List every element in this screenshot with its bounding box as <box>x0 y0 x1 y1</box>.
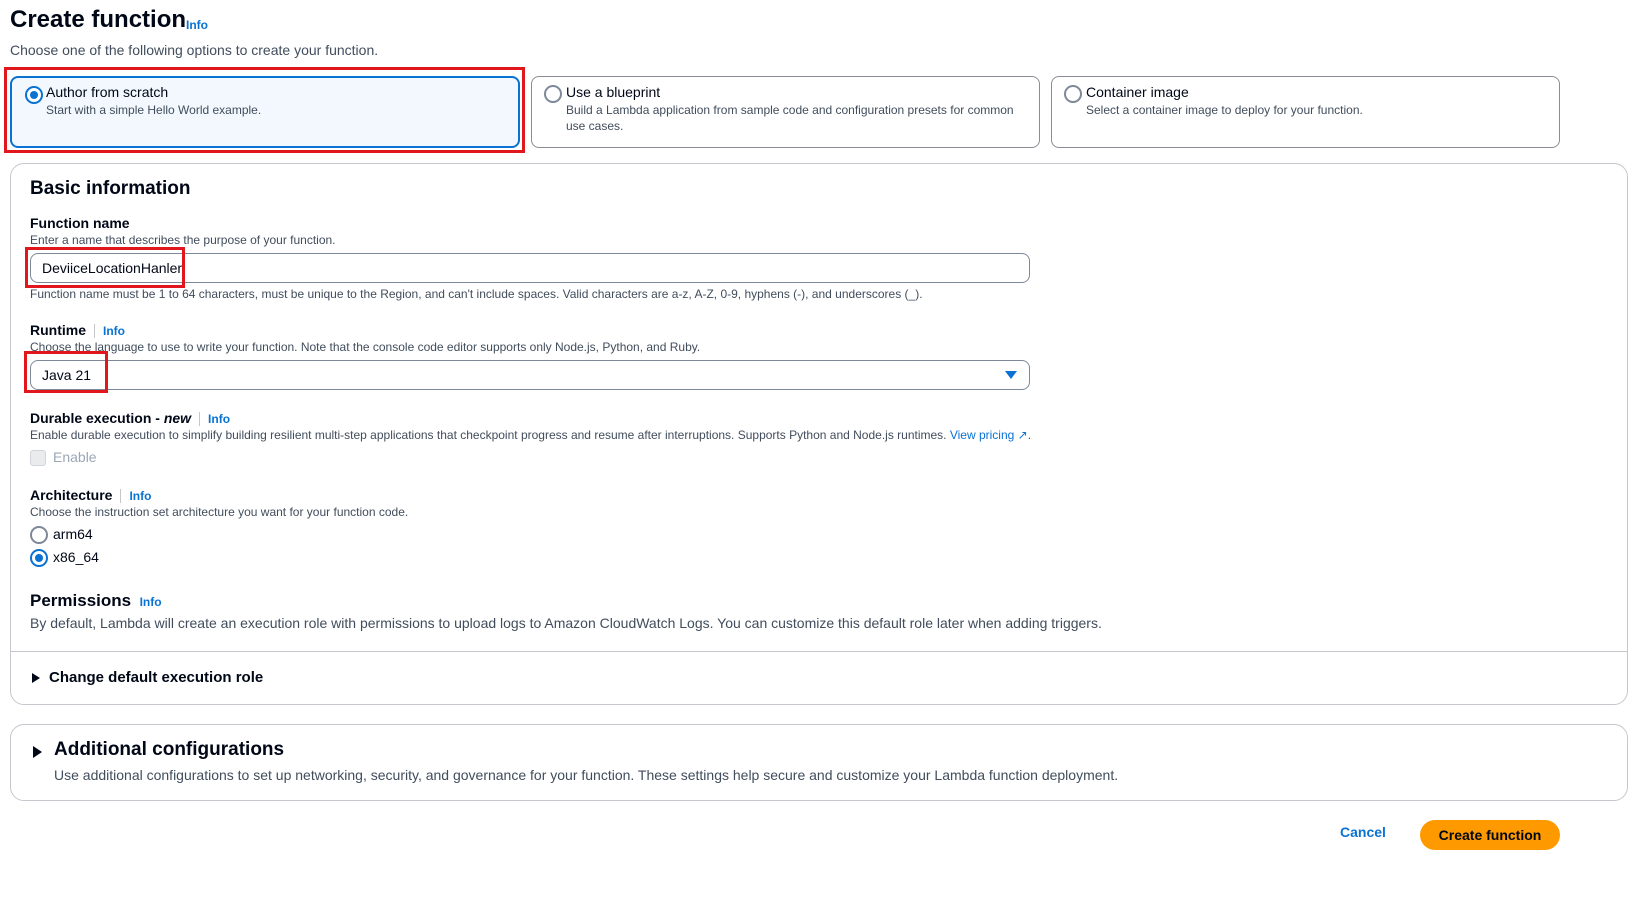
durable-label: Durable execution - <box>30 410 160 426</box>
option-title: Container image <box>1086 84 1189 100</box>
runtime-value: Java 21 <box>42 367 92 383</box>
additional-configurations-desc: Use additional configurations to set up … <box>54 767 1119 783</box>
create-function-button[interactable]: Create function <box>1420 820 1560 850</box>
option-title: Author from scratch <box>46 84 169 100</box>
divider <box>11 651 1627 652</box>
arm64-label: arm64 <box>53 526 93 542</box>
page-subtitle: Choose one of the following options to c… <box>10 42 379 58</box>
option-title: Use a blueprint <box>566 84 661 100</box>
separator <box>120 489 122 504</box>
function-name-label: Function name <box>30 215 130 231</box>
durable-enable-label: Enable <box>53 449 97 465</box>
runtime-select[interactable]: Java 21 <box>30 360 1030 390</box>
permissions-info-link[interactable]: Info <box>140 595 162 609</box>
runtime-label: Runtime <box>30 322 86 338</box>
architecture-desc: Choose the instruction set architecture … <box>30 505 409 519</box>
caret-down-icon <box>1005 371 1017 379</box>
architecture-label: Architecture <box>30 487 113 503</box>
durable-desc-row: Enable durable execution to simplify bui… <box>30 428 1032 442</box>
option-desc: Start with a simple Hello World example. <box>46 103 262 117</box>
use-blueprint-radio[interactable] <box>544 85 562 103</box>
title-info-link[interactable]: Info <box>186 18 208 32</box>
cancel-button[interactable]: Cancel <box>1340 824 1386 840</box>
caret-right-icon <box>32 673 40 683</box>
architecture-label-row: Architecture Info <box>30 487 151 504</box>
permissions-desc: By default, Lambda will create an execut… <box>30 615 1102 631</box>
function-name-constraint: Function name must be 1 to 64 characters… <box>30 287 923 301</box>
option-desc: Build a Lambda application from sample c… <box>566 103 1014 133</box>
container-image-radio[interactable] <box>1064 85 1082 103</box>
function-name-value: DeviiceLocationHanler <box>42 260 183 276</box>
permissions-heading-row: Permissions Info <box>30 591 162 611</box>
additional-configurations-heading: Additional configurations <box>54 739 285 760</box>
option-author-from-scratch[interactable]: Author from scratch Start with a simple … <box>10 76 520 148</box>
additional-configurations-expander[interactable]: Additional configurations <box>30 739 430 765</box>
change-default-role-label: Change default execution role <box>49 669 264 686</box>
author-from-scratch-radio[interactable] <box>25 86 43 104</box>
option-desc: Select a container image to deploy for y… <box>1086 103 1363 117</box>
separator <box>199 412 201 427</box>
external-link-icon: ↗ <box>1017 428 1028 442</box>
runtime-info-link[interactable]: Info <box>103 324 125 338</box>
durable-desc: Enable durable execution to simplify bui… <box>30 428 947 442</box>
runtime-label-row: Runtime Info <box>30 322 125 339</box>
durable-enable-checkbox[interactable] <box>30 450 46 466</box>
durable-label-row: Durable execution - new Info <box>30 410 230 427</box>
x86-64-radio[interactable] <box>30 549 48 567</box>
function-name-desc: Enter a name that describes the purpose … <box>30 233 336 247</box>
permissions-heading: Permissions <box>30 591 132 610</box>
basic-information-heading: Basic information <box>30 178 191 199</box>
arm64-radio[interactable] <box>30 526 48 544</box>
change-default-role-expander[interactable]: Change default execution role <box>30 668 330 690</box>
durable-info-link[interactable]: Info <box>208 412 230 426</box>
page-title: Create function <box>10 6 187 33</box>
view-pricing-link[interactable]: View pricing <box>950 428 1014 442</box>
x86-64-label: x86_64 <box>53 549 99 565</box>
architecture-info-link[interactable]: Info <box>129 489 151 503</box>
function-name-input[interactable]: DeviiceLocationHanler <box>30 253 1030 283</box>
durable-new-tag: new <box>163 410 192 426</box>
runtime-desc: Choose the language to use to write your… <box>30 340 701 354</box>
option-use-blueprint[interactable]: Use a blueprint Build a Lambda applicati… <box>531 76 1040 148</box>
separator <box>94 324 95 339</box>
caret-right-icon <box>33 746 42 758</box>
option-container-image[interactable]: Container image Select a container image… <box>1051 76 1560 148</box>
